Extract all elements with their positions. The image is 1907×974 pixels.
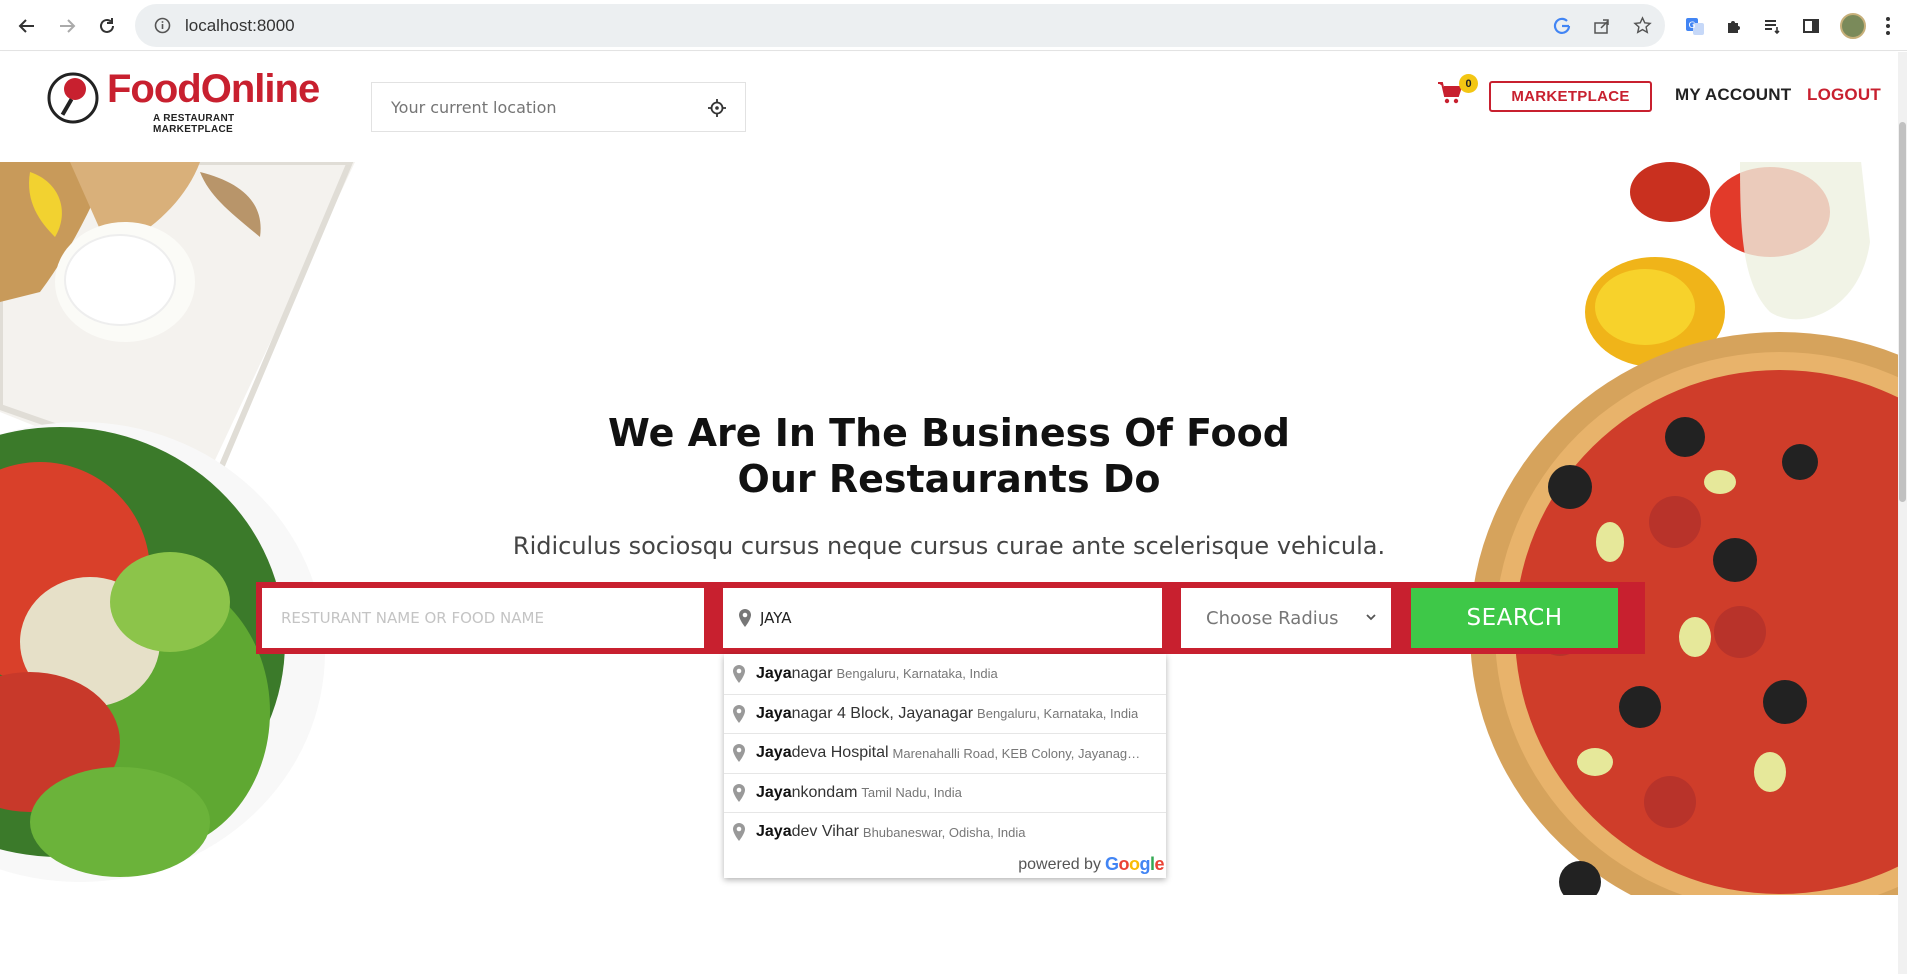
radius-select[interactable]: Choose Radius <box>1181 588 1391 648</box>
brand-name: FoodOnline <box>107 67 320 111</box>
autocomplete-secondary-text: Bengaluru, Karnataka, India <box>977 706 1139 722</box>
pizza-image <box>1470 162 1898 895</box>
map-pin-icon <box>733 704 745 723</box>
arrow-right-icon <box>60 19 76 33</box>
autocomplete-secondary-text: Bhubaneswar, Odisha, India <box>862 824 1026 840</box>
autocomplete-main-text: dev Vihar <box>791 823 859 841</box>
extensions-puzzle-icon[interactable] <box>1720 12 1748 40</box>
cart-count-badge: 0 <box>1459 74 1478 93</box>
bookmark-star-icon[interactable] <box>1627 11 1657 41</box>
side-panel-icon[interactable] <box>1797 12 1825 40</box>
autocomplete-match-text: Jaya <box>756 744 792 762</box>
autocomplete-item[interactable]: Jaya deva Hospital Marenahalli Road, KEB … <box>724 733 1166 773</box>
autocomplete-match-text: Jaya <box>756 664 792 682</box>
location-autocomplete-dropdown: Jaya nagar Bengaluru, Karnataka, India Ja… <box>724 654 1166 878</box>
radius-select-value: Choose Radius <box>1206 607 1339 629</box>
page-scrollbar[interactable] <box>1898 52 1907 974</box>
url-text[interactable]: localhost:8000 <box>185 16 295 36</box>
search-button[interactable]: SEARCH <box>1411 588 1618 648</box>
autocomplete-item[interactable]: Jaya nkondam Tamil Nadu, India <box>724 772 1166 813</box>
profile-avatar[interactable] <box>1840 13 1866 39</box>
autocomplete-main-text: nagar <box>791 664 833 682</box>
current-location-field[interactable] <box>371 82 746 132</box>
autocomplete-main-text: nagar 4 Block, Jayanagar <box>791 704 974 722</box>
reading-list-icon[interactable] <box>1758 12 1786 40</box>
map-pin-icon <box>733 823 745 842</box>
powered-by-text: powered by <box>1018 855 1101 873</box>
keyword-field[interactable] <box>262 588 704 648</box>
chevron-down-icon <box>1366 614 1376 621</box>
autocomplete-match-text: Jaya <box>756 704 792 722</box>
translate-extension-icon[interactable]: G <box>1681 12 1709 40</box>
keyword-input[interactable] <box>281 609 691 627</box>
brand-tagline: A RESTAURANT MARKETPLACE <box>153 113 235 135</box>
reload-button[interactable] <box>93 12 121 40</box>
hero-title-line-1: We Are In The Business Of Food <box>608 411 1290 455</box>
current-location-input[interactable] <box>391 97 711 117</box>
my-account-link[interactable]: MY ACCOUNT <box>1675 85 1791 105</box>
autocomplete-secondary-text: Tamil Nadu, India <box>861 785 962 801</box>
autocomplete-secondary-text: Marenahalli Road, KEB Colony, Jayanag… <box>892 745 1141 761</box>
autocomplete-secondary-text: Bengaluru, Karnataka, India <box>836 666 998 682</box>
powered-by-google: powered by Google <box>724 852 1166 878</box>
autocomplete-item[interactable]: Jaya nagar Bengaluru, Karnataka, India <box>724 654 1166 694</box>
map-pin-icon <box>733 783 745 802</box>
search-form: Choose Radius SEARCH <box>256 582 1645 654</box>
marketplace-button[interactable]: MARKETPLACE <box>1489 81 1652 112</box>
location-input[interactable] <box>760 609 1140 627</box>
autocomplete-main-text: deva Hospital <box>791 744 889 762</box>
scrollbar-thumb[interactable] <box>1899 122 1906 502</box>
crosshair-target-icon[interactable] <box>707 98 727 118</box>
map-pin-icon <box>739 609 751 627</box>
autocomplete-main-text: nkondam <box>791 783 858 801</box>
logout-link[interactable]: LOGOUT <box>1807 85 1881 105</box>
svg-text:G: G <box>1689 21 1696 31</box>
map-pin-icon <box>733 744 745 763</box>
autocomplete-match-text: Jaya <box>756 823 792 841</box>
back-button[interactable] <box>13 12 41 40</box>
google-translate-icon[interactable] <box>1547 11 1577 41</box>
autocomplete-item[interactable]: Jaya nagar 4 Block, Jayanagar Bengaluru, … <box>724 693 1166 734</box>
location-field[interactable] <box>723 588 1162 648</box>
map-pin-icon <box>733 664 745 683</box>
browser-menu-icon[interactable] <box>1882 12 1894 40</box>
share-icon[interactable] <box>1587 11 1617 41</box>
site-logo[interactable]: FoodOnline A RESTAURANT MARKETPLACE <box>45 67 320 135</box>
arrow-left-icon <box>18 19 34 33</box>
hero-title: We Are In The Business Of Food Our Resta… <box>0 410 1898 502</box>
logo-mark-icon <box>47 72 99 124</box>
site-info-icon[interactable] <box>149 13 175 39</box>
address-bar[interactable]: localhost:8000 <box>135 4 1665 47</box>
forward-button[interactable] <box>53 12 81 40</box>
browser-toolbar: localhost:8000 G <box>0 0 1907 51</box>
reload-icon <box>100 18 114 33</box>
autocomplete-item[interactable]: Jaya dev Vihar Bhubaneswar, Odisha, India <box>724 812 1166 852</box>
hero-subtitle: Ridiculus sociosqu cursus neque cursus c… <box>512 532 1386 560</box>
google-logo: Google <box>1104 854 1165 874</box>
hero-title-line-2: Our Restaurants Do <box>737 457 1161 501</box>
autocomplete-match-text: Jaya <box>756 783 792 801</box>
